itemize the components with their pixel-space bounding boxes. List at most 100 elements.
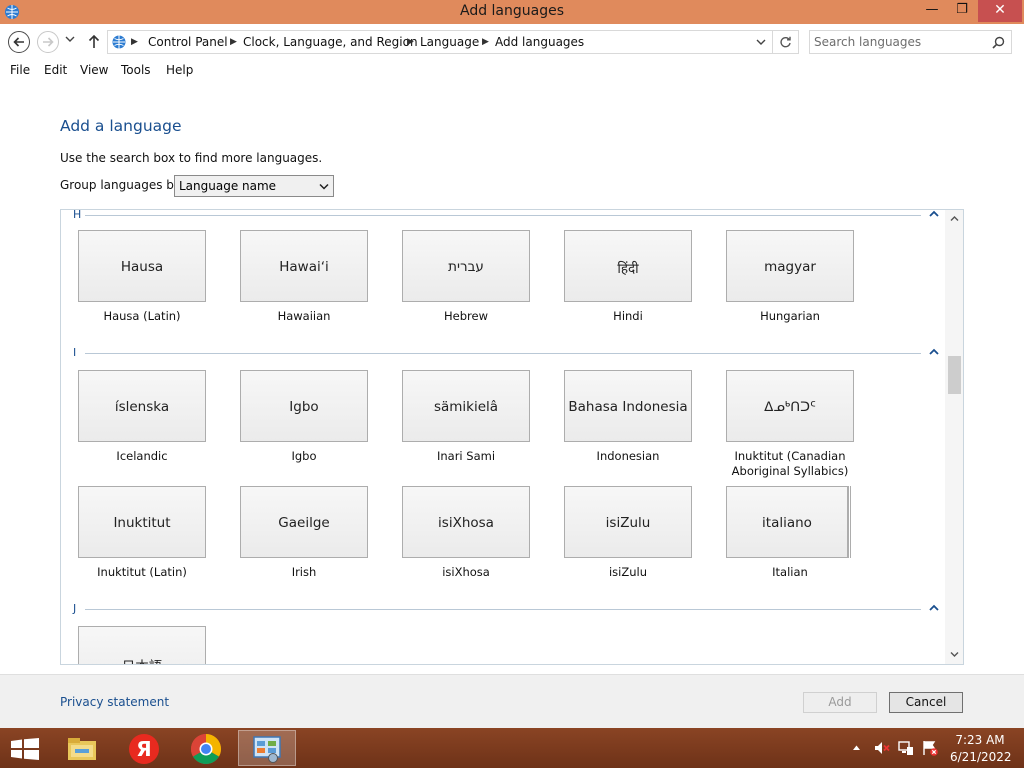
taskbar-control-panel[interactable] xyxy=(238,730,296,766)
chevron-down-icon xyxy=(319,183,329,190)
breadcrumb-add-languages[interactable]: Add languages xyxy=(495,35,584,49)
taskbar-yandex-browser[interactable]: Я xyxy=(116,730,172,766)
control-panel-icon xyxy=(253,736,281,763)
action-center-icon[interactable] xyxy=(922,740,938,756)
cancel-button[interactable]: Cancel xyxy=(889,692,963,713)
add-button[interactable]: Add xyxy=(803,692,877,713)
language-tile-hawaiian[interactable]: Hawaiʻi xyxy=(240,230,368,302)
language-caption: Hungarian xyxy=(760,309,820,323)
privacy-statement-link[interactable]: Privacy statement xyxy=(60,695,169,709)
tile-stack-edge xyxy=(848,486,851,558)
close-button[interactable]: ✕ xyxy=(978,0,1022,22)
menu-tools[interactable]: Tools xyxy=(121,63,151,77)
collapse-group-icon[interactable] xyxy=(929,604,939,612)
scroll-up-icon[interactable] xyxy=(950,215,959,222)
chrome-icon xyxy=(190,734,222,765)
group-divider xyxy=(85,353,921,354)
tile-native-name: íslenska xyxy=(114,399,170,415)
group-by-dropdown[interactable]: Language name xyxy=(174,175,334,197)
taskbar-file-explorer[interactable] xyxy=(54,730,110,766)
language-tile-isixhosa[interactable]: isiXhosa xyxy=(402,486,530,558)
language-caption: Italian xyxy=(772,565,808,579)
search-icon[interactable] xyxy=(992,36,1005,49)
language-tile-irish[interactable]: Gaeilge xyxy=(240,486,368,558)
breadcrumb-clock-language-region[interactable]: Clock, Language, and Region xyxy=(243,35,418,49)
language-tile-hindi[interactable]: हिंदी xyxy=(564,230,692,302)
search-box[interactable] xyxy=(809,30,1012,54)
speaker-muted-icon[interactable] xyxy=(874,740,890,756)
language-tile-italian[interactable]: italiano xyxy=(726,486,848,558)
language-tile-igbo[interactable]: Igbo xyxy=(240,370,368,442)
tile-native-name: Hawaiʻi xyxy=(279,259,329,275)
language-caption: Hindi xyxy=(613,309,643,323)
language-caption: Inuktitut (Canadian Aboriginal Syllabics… xyxy=(731,449,849,478)
language-tile-inari-sami[interactable]: sämikielâ xyxy=(402,370,530,442)
maximize-button[interactable]: ❐ xyxy=(948,0,976,22)
minimize-button[interactable]: — xyxy=(918,0,946,22)
tile-native-name: 日本語 xyxy=(79,655,205,664)
scrollbar-thumb[interactable] xyxy=(948,356,961,394)
refresh-icon xyxy=(780,36,791,48)
breadcrumb-separator-icon[interactable]: ▶ xyxy=(131,37,138,47)
language-tile-hausa[interactable]: Hausa xyxy=(78,230,206,302)
menu-edit[interactable]: Edit xyxy=(44,63,67,77)
clock-time[interactable]: 7:23 AM xyxy=(950,733,1010,747)
breadcrumb-separator-icon[interactable]: ▶ xyxy=(482,37,489,47)
breadcrumb-control-panel[interactable]: Control Panel xyxy=(148,35,228,49)
back-button[interactable] xyxy=(8,31,30,53)
language-tile-icelandic[interactable]: íslenska xyxy=(78,370,206,442)
yandex-browser-icon: Я xyxy=(129,734,159,764)
address-box[interactable]: ▶ Control Panel ▶ Clock, Language, and R… xyxy=(107,30,773,54)
collapse-group-icon[interactable] xyxy=(929,348,939,356)
breadcrumb-separator-icon[interactable]: ▶ xyxy=(407,37,414,47)
breadcrumb-separator-icon[interactable]: ▶ xyxy=(230,37,237,47)
address-bar: ▶ Control Panel ▶ Clock, Language, and R… xyxy=(0,24,1024,60)
windows-start-icon[interactable] xyxy=(11,738,39,760)
language-tile-japanese[interactable]: 日本語 xyxy=(78,626,206,664)
forward-button[interactable] xyxy=(37,31,59,53)
tile-native-name: Bahasa Indonesia xyxy=(568,399,688,415)
network-icon[interactable] xyxy=(898,740,914,756)
vertical-scrollbar[interactable] xyxy=(945,210,963,664)
language-tile-hungarian[interactable]: magyar xyxy=(726,230,854,302)
svg-text:Я: Я xyxy=(136,737,151,761)
clock-date[interactable]: 6/21/2022 xyxy=(950,750,1012,764)
language-caption: Hebrew xyxy=(444,309,488,323)
language-tile-hebrew[interactable]: עברית xyxy=(402,230,530,302)
up-arrow-icon[interactable] xyxy=(87,33,101,49)
back-arrow-icon xyxy=(13,37,24,47)
group-letter: J xyxy=(73,602,77,615)
group-header-j[interactable]: J xyxy=(61,602,951,618)
tile-native-name: हिंदी xyxy=(617,261,639,277)
menu-help[interactable]: Help xyxy=(166,63,193,77)
language-tile-isizulu[interactable]: isiZulu xyxy=(564,486,692,558)
menu-bar: File Edit View Tools Help xyxy=(0,60,1024,82)
address-dropdown-chevron-icon[interactable] xyxy=(756,38,766,46)
group-by-label: Group languages by: xyxy=(60,178,185,192)
breadcrumb-language[interactable]: Language xyxy=(420,35,479,49)
tile-native-name: Igbo xyxy=(289,399,319,415)
menu-view[interactable]: View xyxy=(80,63,108,77)
taskbar: Я 7:23 AM 6/21/2022 xyxy=(0,728,1024,768)
tile-native-name: Gaeilge xyxy=(278,515,330,531)
language-tile-indonesian[interactable]: Bahasa Indonesia xyxy=(564,370,692,442)
search-input[interactable] xyxy=(814,34,984,50)
taskbar-chrome[interactable] xyxy=(178,730,234,766)
tile-native-name: Hausa xyxy=(120,259,164,275)
dialog-footer: Privacy statement Add Cancel xyxy=(0,674,1024,728)
language-tile-inuktitut-syllabics[interactable]: ᐃᓄᒃᑎᑐᑦ xyxy=(726,370,854,442)
group-header-i[interactable]: I xyxy=(61,346,951,362)
menu-file[interactable]: File xyxy=(10,63,30,77)
show-hidden-icons-icon[interactable] xyxy=(852,744,861,751)
group-letter: I xyxy=(73,346,77,359)
language-caption: isiXhosa xyxy=(442,565,490,579)
scroll-down-icon[interactable] xyxy=(950,651,959,658)
tile-native-name: ᐃᓄᒃᑎᑐᑦ xyxy=(764,399,816,415)
language-tile-inuktitut-latin[interactable]: Inuktitut xyxy=(78,486,206,558)
recent-locations-chevron-icon[interactable] xyxy=(65,35,75,43)
group-header-h[interactable]: H xyxy=(61,210,951,224)
refresh-button[interactable] xyxy=(773,30,799,54)
tile-native-name: magyar xyxy=(764,259,816,275)
collapse-group-icon[interactable] xyxy=(929,210,939,218)
language-caption: Irish xyxy=(291,565,317,579)
